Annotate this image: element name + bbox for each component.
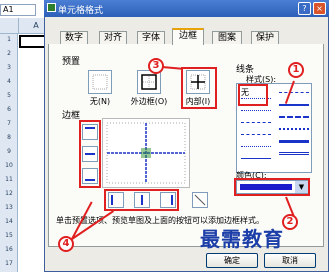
- line-style-option[interactable]: [241, 122, 271, 123]
- line-style-option[interactable]: [279, 152, 309, 155]
- callout-box-side-buttons: [79, 120, 101, 188]
- row-number[interactable]: 2: [0, 50, 18, 57]
- row-number[interactable]: 4: [0, 78, 18, 85]
- border-outline-icon: [141, 74, 157, 90]
- close-button[interactable]: ×: [313, 2, 326, 15]
- cancel-button[interactable]: 取消: [264, 253, 316, 268]
- callout-1: 1: [288, 62, 304, 78]
- callout-3: 3: [148, 58, 164, 74]
- row-number[interactable]: 13: [0, 204, 18, 211]
- preview-drawing: [106, 122, 186, 184]
- row-number[interactable]: 1: [0, 36, 18, 43]
- dialog-title: 单元格格式: [58, 6, 104, 16]
- tab-font[interactable]: 字体: [137, 31, 165, 45]
- row-number[interactable]: 3: [0, 64, 18, 71]
- callout-4: 4: [58, 236, 74, 252]
- tab-border[interactable]: 边框: [172, 28, 204, 45]
- border-diagonal-icon: [194, 194, 206, 206]
- line-style-option[interactable]: [279, 92, 309, 93]
- row-number[interactable]: 16: [0, 246, 18, 253]
- row-number[interactable]: 7: [0, 120, 18, 127]
- row-number[interactable]: 12: [0, 190, 18, 197]
- preset-outline-label: 外边框(O): [130, 97, 168, 106]
- border-group-label: 边框: [62, 111, 81, 121]
- name-box[interactable]: A1: [0, 4, 36, 16]
- line-style-option[interactable]: [279, 128, 309, 130]
- line-style-option[interactable]: [241, 158, 271, 159]
- border-none-icon: [92, 74, 108, 90]
- watermark: 最需教育: [200, 227, 284, 251]
- line-style-option[interactable]: [241, 110, 271, 111]
- excel-app-icon: [47, 3, 56, 12]
- callout-box-style-none: [238, 84, 268, 106]
- line-style-option[interactable]: [241, 134, 271, 135]
- callout-box-bottom-buttons: [104, 189, 179, 211]
- callout-box-inside: [181, 67, 217, 109]
- preset-none-label: 无(N): [89, 97, 111, 106]
- tab-pattern[interactable]: 图案: [212, 31, 242, 45]
- row-header-column: 1 2 3 4 5 6 7 8 9 10 11 12 13 14 15 16 1…: [0, 34, 18, 272]
- row-number[interactable]: 9: [0, 148, 18, 155]
- tab-alignment[interactable]: 对齐: [99, 31, 127, 45]
- tab-number[interactable]: 数字: [60, 31, 88, 45]
- line-style-option[interactable]: [279, 104, 309, 106]
- callout-box-color: [234, 178, 310, 196]
- line-style-option[interactable]: [279, 116, 309, 118]
- callout-2: 2: [282, 214, 298, 230]
- row-number[interactable]: 10: [0, 162, 18, 169]
- line-style-option[interactable]: [241, 146, 271, 147]
- row-number[interactable]: 11: [0, 176, 18, 183]
- preset-group-label: 预置: [62, 57, 81, 67]
- help-button[interactable]: ?: [298, 2, 311, 15]
- row-number[interactable]: 14: [0, 218, 18, 225]
- border-preview[interactable]: [102, 118, 190, 188]
- row-number[interactable]: 15: [0, 232, 18, 239]
- row-number[interactable]: 6: [0, 106, 18, 113]
- preset-none-button[interactable]: [88, 70, 112, 94]
- row-number[interactable]: 8: [0, 134, 18, 141]
- ok-button[interactable]: 确定: [206, 253, 258, 268]
- border-diagonal-button[interactable]: [192, 192, 208, 208]
- line-style-option[interactable]: [279, 140, 309, 143]
- row-number[interactable]: 17: [0, 260, 18, 267]
- tab-protection[interactable]: 保护: [251, 31, 279, 45]
- row-number[interactable]: 5: [0, 92, 18, 99]
